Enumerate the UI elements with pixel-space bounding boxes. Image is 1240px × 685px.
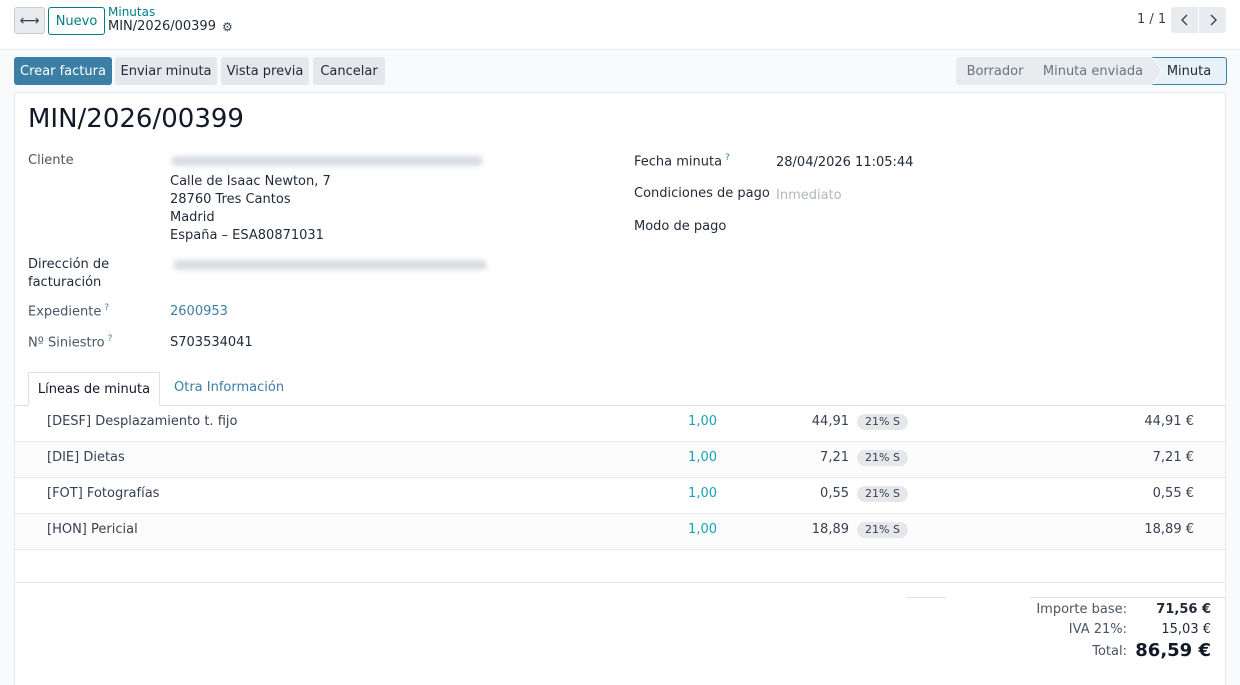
table-row[interactable]: [HON] Pericial 1,00 18,89 21% S 18,89 €: [15, 514, 1225, 550]
pager-value[interactable]: 1 / 1: [1137, 12, 1166, 27]
line-price: 44,91: [811, 414, 849, 429]
send-minuta-button[interactable]: Enviar minuta: [115, 57, 217, 85]
totals-divider: [1030, 597, 1226, 598]
modo-pago-field[interactable]: [776, 219, 1176, 237]
cliente-address-line-2: 28760 Tres Cantos: [170, 192, 291, 207]
cliente-address-line-1: Calle de Isaac Newton, 7: [170, 174, 331, 189]
siniestro-label-text: Nº Siniestro: [28, 335, 105, 351]
help-icon[interactable]: ?: [104, 303, 109, 313]
status-bar: Borrador Minuta enviada Minuta: [956, 57, 1227, 85]
line-subtotal: 18,89 €: [1144, 522, 1194, 537]
billing-label-line-2: facturación: [28, 275, 102, 290]
fecha-label-text: Fecha minuta: [634, 154, 723, 170]
preview-button[interactable]: Vista previa: [221, 57, 309, 85]
breadcrumb-parent[interactable]: Minutas: [108, 5, 155, 19]
modo-pago-label: Modo de pago: [634, 219, 727, 234]
line-quantity: 1,00: [688, 414, 717, 429]
tab-lineas-minuta[interactable]: Líneas de minuta: [28, 372, 160, 406]
tab-otra-informacion[interactable]: Otra Información: [174, 380, 284, 395]
tax-badge: 21% S: [857, 522, 908, 538]
expand-button[interactable]: ⟷: [14, 7, 45, 34]
expediente-label-text: Expediente: [28, 304, 102, 320]
new-button[interactable]: Nuevo: [48, 7, 105, 35]
empty-table-row: [15, 549, 1225, 583]
table-row[interactable]: [FOT] Fotografías 1,00 0,55 21% S 0,55 €: [15, 478, 1225, 514]
pager-next-button[interactable]: [1199, 7, 1226, 33]
base-label: Importe base:: [1036, 602, 1127, 617]
fecha-label: Fecha minuta?: [634, 153, 730, 169]
condiciones-field[interactable]: Inmediato: [776, 188, 842, 203]
status-stage-enviada[interactable]: Minuta enviada: [1034, 57, 1163, 85]
line-subtotal: 7,21 €: [1152, 450, 1194, 465]
line-quantity: 1,00: [688, 522, 717, 537]
chevron-right-icon: [1210, 14, 1217, 26]
pager-previous-button[interactable]: [1171, 7, 1198, 33]
help-icon[interactable]: ?: [108, 334, 113, 344]
status-stage-minuta[interactable]: Minuta: [1152, 57, 1227, 85]
help-icon[interactable]: ?: [725, 153, 730, 163]
create-invoice-button[interactable]: Crear factura: [14, 57, 112, 85]
line-price: 18,89: [811, 522, 849, 537]
fecha-value: 28/04/2026 11:05:44: [776, 155, 914, 170]
chevron-left-icon: [1180, 14, 1187, 26]
line-quantity: 1,00: [688, 486, 717, 501]
line-price: 0,55: [820, 486, 849, 501]
gear-icon[interactable]: ⚙: [222, 20, 233, 34]
table-row[interactable]: [DIE] Dietas 1,00 7,21 21% S 7,21 €: [15, 442, 1225, 478]
line-name: [DESF] Desplazamiento t. fijo: [47, 414, 238, 429]
siniestro-value: S703534041: [170, 335, 253, 350]
billing-address-label: Dirección de facturación: [28, 257, 109, 294]
tax-badge: 21% S: [857, 414, 908, 430]
table-row[interactable]: [DESF] Desplazamiento t. fijo 1,00 44,91…: [15, 406, 1225, 442]
cliente-name-redacted[interactable]: [171, 156, 483, 166]
billing-address-redacted[interactable]: [173, 260, 487, 270]
expediente-label: Expediente?: [28, 303, 109, 319]
cliente-address-line-3: Madrid: [170, 210, 215, 225]
tax-badge: 21% S: [857, 450, 908, 466]
cliente-address-line-4: España – ESA80871031: [170, 228, 324, 243]
line-name: [FOT] Fotografías: [47, 486, 160, 501]
siniestro-label: Nº Siniestro?: [28, 334, 112, 350]
line-subtotal: 44,91 €: [1144, 414, 1194, 429]
cliente-label: Cliente: [28, 153, 74, 168]
breadcrumb-current: MIN/2026/00399 ⚙: [108, 19, 233, 34]
billing-label-line-1: Dirección de: [28, 257, 110, 272]
base-value: 71,56 €: [1156, 602, 1211, 617]
line-name: [HON] Pericial: [47, 522, 138, 537]
record-title: MIN/2026/00399: [28, 104, 244, 134]
line-price: 7,21: [820, 450, 849, 465]
tax-badge: 21% S: [857, 486, 908, 502]
line-subtotal: 0,55 €: [1152, 486, 1194, 501]
expediente-link[interactable]: 2600953: [170, 304, 228, 319]
iva-value: 15,03 €: [1161, 622, 1211, 637]
iva-label: IVA 21%:: [1068, 622, 1127, 637]
condiciones-label: Condiciones de pago: [634, 186, 770, 201]
total-value: 86,59 €: [1135, 640, 1211, 661]
status-stage-borrador[interactable]: Borrador: [956, 57, 1044, 85]
control-panel: ⟷ Nuevo Minutas MIN/2026/00399 ⚙ 1 / 1: [0, 0, 1240, 50]
totals-divider: [906, 597, 946, 598]
expand-horizontal-icon: ⟷: [19, 12, 40, 29]
breadcrumb-current-label: MIN/2026/00399: [108, 19, 216, 34]
line-name: [DIE] Dietas: [47, 450, 125, 465]
cancel-button[interactable]: Cancelar: [313, 57, 385, 85]
line-quantity: 1,00: [688, 450, 717, 465]
